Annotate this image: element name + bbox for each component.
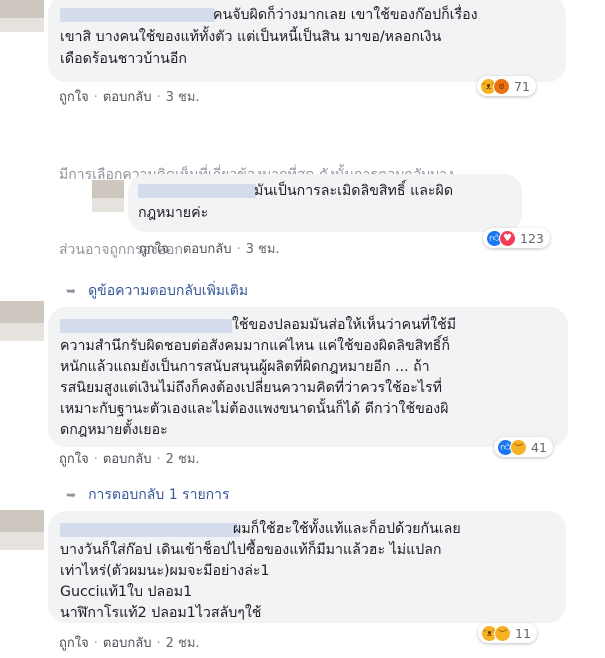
replies-count-label: การตอบกลับ 1 รายการ [88,487,230,503]
like-link[interactable]: ถูกใจ [59,632,89,653]
avatar[interactable] [0,510,44,550]
reaction-count: 41 [531,439,547,455]
comment-line: ผมก็ใช้ฮะใช้ทั้งแท้และก็อปด้วยกันเลย [233,521,461,537]
comment-line: เดือดร้อนชาวบ้านอีก [60,51,187,67]
reaction-summary[interactable]: ᵔᴥᵔ ಠ 71 [477,76,536,96]
comment-line: หนักแล้วแถมยังเป็นการสนับสนุนผู้ผลิตที่ผ… [60,359,430,375]
comment-line: เหมาะกับฐานะตัวเองและไม่ต้องแพงขนาดนั้นก… [60,401,449,417]
reaction-summary[interactable]: ᵔᴥᵔ ︶ 11 [478,623,537,643]
reaction-count: 11 [515,625,531,641]
comment-bubble: ใช้ของปลอมมันส่อให้เห็นว่าคนที่ใช้มี ควา… [48,307,568,447]
sad-icon: ︶ [510,438,527,456]
reply-arrow-icon: ➥ [66,284,77,298]
separator-dot: · [156,90,161,105]
replies-count-link[interactable]: ➥ การตอบกลับ 1 รายการ [66,484,230,506]
reply-link[interactable]: ตอบกลับ [103,448,152,469]
separator-dot: · [173,242,178,257]
commenter-name[interactable] [60,8,215,22]
love-icon: ♥ [499,229,516,247]
comment-line: รสนิยมสูงแต่เงินไม่ถึงก็คงต้องเปลี่ยนควา… [60,380,442,396]
comment-line: คนจับผิดก็ว่างมากเลย เขาใช้ของก๊อปก็เรื่… [213,7,478,23]
comment-line: นาฬิกาโรแท้2 ปลอม1ไวสลับๆใช้ [60,605,262,621]
comment-line: เท่าไหร่(ตัวผมนะ)ผมจะมีอย่างล่ะ1 [60,563,270,579]
comment-bubble: ผมก็ใช้ฮะใช้ทั้งแท้และก็อปด้วยกันเลย บาง… [48,511,566,623]
like-link[interactable]: ถูกใจ [59,448,89,469]
timestamp[interactable]: 2 ชม. [166,448,200,469]
reaction-count: 71 [514,78,530,94]
avatar[interactable] [0,0,44,32]
separator-dot: · [93,636,98,651]
comment-actions: ถูกใจ · ตอบกลับ · 3 ชม. [59,86,200,107]
avatar[interactable] [0,301,44,341]
commenter-name[interactable] [60,523,240,537]
reply-link[interactable]: ตอบกลับ [103,86,152,107]
comment-line: Gucciแท้1ใบ ปลอม1 [60,584,193,600]
separator-dot: · [93,90,98,105]
reply-arrow-icon: ➥ [66,488,77,502]
comment-line: ดกฎหมายตั้งเยอะ [60,422,168,438]
comment-actions: ถูกใจ · ตอบกลับ · 2 ชม. [59,448,200,469]
reply-bubble: มันเป็นการละเมิดลิขสิทธิ์ และผิด กฎหมายค… [128,174,522,232]
comment-line: ใช้ของปลอมมันส่อให้เห็นว่าคนที่ใช้มี [232,317,457,333]
separator-dot: · [93,452,98,467]
reply-link[interactable]: ตอบกลับ [103,632,152,653]
view-more-replies-link[interactable]: ➥ ดูข้อความตอบกลับเพิ่มเติม [66,280,248,302]
sad-icon: ︶ [494,624,511,642]
commenter-name[interactable] [60,319,232,333]
reaction-summary[interactable]: 👍︎ ︶ 41 [494,437,553,457]
timestamp[interactable]: 2 ชม. [166,632,200,653]
comment-actions: ถูกใจ · ตอบกลับ · 2 ชม. [59,632,200,653]
separator-dot: · [156,452,161,467]
separator-dot: · [236,242,241,257]
reply-link[interactable]: ตอบกลับ [183,238,232,259]
comment-line: มันเป็นการละเมิดลิขสิทธิ์ และผิด [254,183,454,199]
commenter-name[interactable] [138,184,256,198]
reaction-count: 123 [520,230,544,246]
comment-line: บางวันก็ใส่ก๊อป เดินเข้าช็อปไปซื้อของแท้… [60,542,442,558]
comment-bubble: คนจับผิดก็ว่างมากเลย เขาใช้ของก๊อปก็เรื่… [48,0,566,82]
like-link[interactable]: ถูกใจ [139,238,169,259]
separator-dot: · [156,636,161,651]
view-more-replies-label: ดูข้อความตอบกลับเพิ่มเติม [88,283,249,299]
comment-line: ความสำนึกรับผิดชอบต่อสังคมมากแค่ไหน แค่ใ… [60,338,450,354]
timestamp[interactable]: 3 ชม. [246,238,280,259]
comment-line: กฎหมายค่ะ [138,205,209,221]
reaction-summary[interactable]: 👍︎ ♥ 123 [483,228,550,248]
comment-actions: ถูกใจ · ตอบกลับ · 3 ชม. [139,238,280,259]
like-link[interactable]: ถูกใจ [59,86,89,107]
avatar[interactable] [92,180,124,212]
timestamp[interactable]: 3 ชม. [166,86,200,107]
angry-icon: ಠ [493,77,510,95]
comment-line: เขาสิ บางคนใช้ของแท้ทั้งตัว แต่เป็นหนี้เ… [60,29,442,45]
